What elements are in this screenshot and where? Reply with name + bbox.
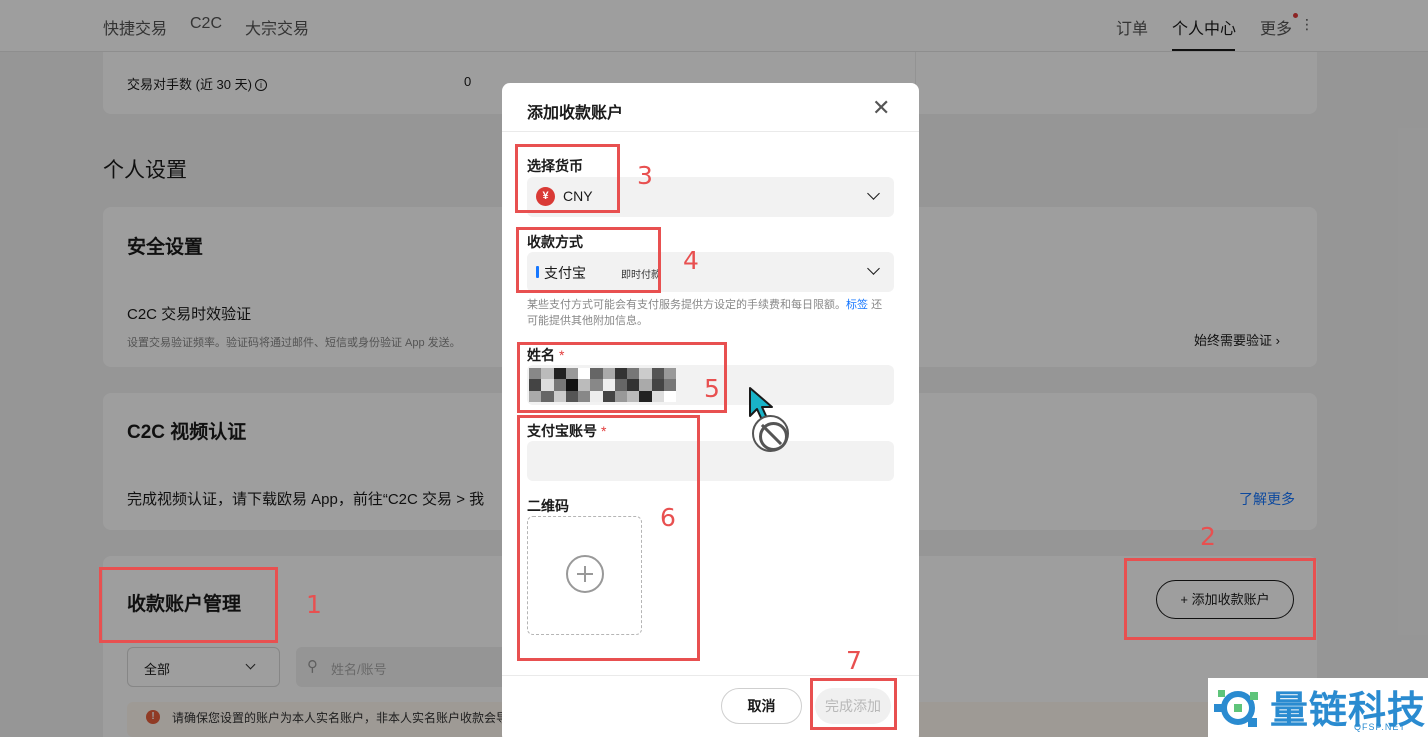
annotation-number-2: 2 [1200, 522, 1216, 551]
annotation-box-6 [517, 415, 700, 661]
chevron-down-icon [867, 262, 880, 275]
annotation-number-6: 6 [660, 503, 676, 532]
annotation-box-4 [516, 227, 661, 293]
divider [502, 675, 919, 676]
annotation-number-7: 7 [846, 646, 862, 675]
annotation-number-1: 1 [306, 590, 322, 619]
annotation-number-4: 4 [683, 246, 699, 275]
annotation-box-7 [810, 678, 897, 730]
annotation-box-3 [515, 144, 620, 213]
watermark: 量链科技 QFSP.NET [1208, 678, 1428, 737]
annotation-number-5: 5 [704, 374, 720, 403]
watermark-subtext: QFSP.NET [1354, 722, 1406, 732]
close-icon[interactable]: ✕ [872, 97, 890, 119]
divider [502, 131, 919, 132]
chevron-down-icon [867, 187, 880, 200]
watermark-logo-icon [1214, 690, 1258, 727]
payment-hint: 某些支付方式可能会有支付服务提供方设定的手续费和每日限额。标签 还可能提供其他附… [527, 299, 883, 327]
cancel-button[interactable]: 取消 [721, 688, 802, 724]
annotation-box-5 [517, 342, 727, 413]
annotation-number-3: 3 [637, 161, 653, 190]
tag-link[interactable]: 标签 [846, 299, 868, 311]
not-allowed-icon [752, 415, 789, 452]
annotation-box-2 [1124, 558, 1316, 640]
annotation-box-1 [99, 567, 278, 643]
modal-title: 添加收款账户 [527, 105, 624, 122]
